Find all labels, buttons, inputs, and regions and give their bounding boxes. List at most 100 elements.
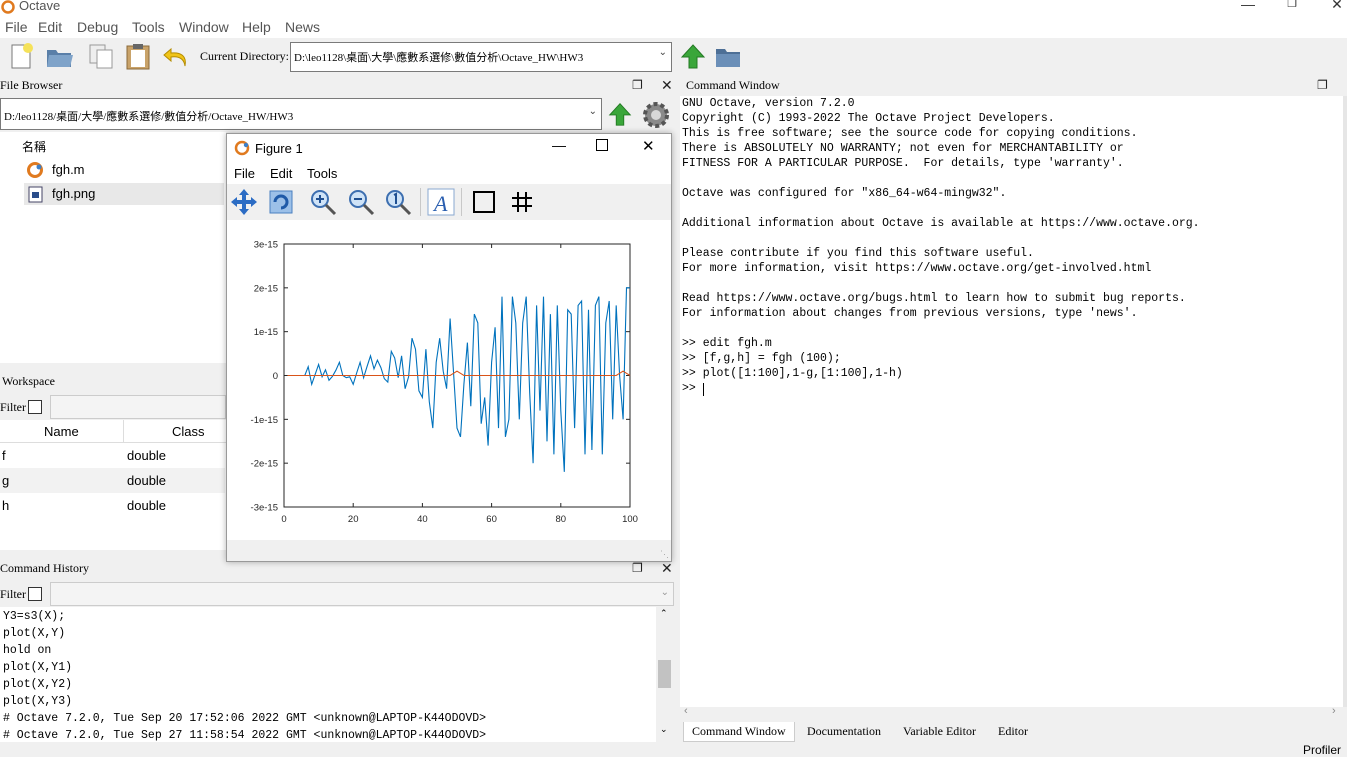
gear-icon[interactable] bbox=[640, 99, 672, 131]
minimize-icon[interactable]: — bbox=[552, 137, 566, 153]
axes-box-icon[interactable] bbox=[469, 187, 499, 217]
paste-icon[interactable] bbox=[123, 41, 153, 71]
x-tick-label: 20 bbox=[348, 514, 359, 525]
undo-icon[interactable] bbox=[161, 41, 191, 71]
history-filter-input[interactable]: ⌄ bbox=[50, 582, 674, 606]
file-name: fgh.png bbox=[52, 186, 96, 201]
y-tick-label: -2e-15 bbox=[251, 459, 278, 470]
tab-command-window[interactable]: Command Window bbox=[683, 722, 795, 742]
browse-folder-icon[interactable] bbox=[713, 41, 743, 71]
menu-edit[interactable]: Edit bbox=[38, 19, 62, 35]
close-icon[interactable]: ✕ bbox=[642, 137, 655, 155]
tab-variable-editor[interactable]: Variable Editor bbox=[895, 722, 984, 742]
history-item[interactable]: plot(X,Y1) bbox=[3, 661, 72, 674]
scroll-down-icon[interactable]: ⌄ bbox=[660, 725, 668, 735]
workspace-row[interactable]: f double bbox=[0, 443, 225, 468]
parent-directory-icon[interactable] bbox=[606, 100, 634, 128]
zoom-out-icon[interactable] bbox=[346, 187, 376, 217]
tab-editor[interactable]: Editor bbox=[990, 722, 1036, 742]
restore-icon[interactable]: ❐ bbox=[1277, 0, 1307, 10]
menu-window[interactable]: Window bbox=[179, 19, 229, 35]
undock-icon[interactable]: ❐ bbox=[632, 561, 643, 575]
grid-icon[interactable] bbox=[507, 187, 537, 217]
scrollbar-thumb[interactable] bbox=[658, 660, 671, 688]
menu-file[interactable]: File bbox=[5, 19, 28, 35]
figure-menu-file[interactable]: File bbox=[234, 166, 255, 181]
file-browser-path-combo[interactable]: D:/leo1128/桌面/大學/應數系選修/數值分析/Octave_HW/HW… bbox=[0, 98, 602, 130]
profiler-status: Profiler bbox=[1303, 743, 1342, 757]
toolbar-separator bbox=[461, 188, 462, 216]
workspace-row[interactable]: g double bbox=[0, 468, 225, 493]
text-cursor bbox=[703, 383, 704, 396]
command-history-title: Command History bbox=[0, 561, 89, 575]
pan-icon[interactable] bbox=[229, 187, 259, 217]
figure-menu-tools[interactable]: Tools bbox=[307, 166, 337, 181]
close-panel-icon[interactable]: ✕ bbox=[661, 560, 673, 577]
workspace-title: Workspace bbox=[2, 374, 56, 388]
text-annotation-icon[interactable]: A bbox=[426, 187, 456, 217]
menu-news[interactable]: News bbox=[285, 19, 320, 35]
minimize-icon[interactable]: — bbox=[1233, 0, 1263, 12]
workspace-filter-checkbox[interactable] bbox=[28, 400, 42, 414]
workspace-table: Name Class f double g double h double bbox=[0, 420, 226, 550]
menu-help[interactable]: Help bbox=[242, 19, 271, 35]
parent-directory-icon[interactable] bbox=[678, 41, 708, 71]
console-line: FITNESS FOR A PARTICULAR PURPOSE. For de… bbox=[682, 157, 1124, 170]
current-directory-combo[interactable]: D:\leo1128\桌面\大學\應數系選修\數值分析\Octave_HW\HW… bbox=[290, 42, 672, 72]
scroll-up-icon[interactable]: ⌃ bbox=[660, 609, 668, 619]
close-icon[interactable]: ✕ bbox=[1322, 0, 1347, 13]
figure-menu-edit[interactable]: Edit bbox=[270, 166, 292, 181]
zoom-reset-icon[interactable] bbox=[383, 187, 413, 217]
workspace-row[interactable]: h double bbox=[0, 493, 225, 518]
y-tick-label: 2e-15 bbox=[254, 283, 278, 294]
console-line: Octave was configured for "x86_64-w64-mi… bbox=[682, 187, 1007, 200]
scroll-right-icon[interactable]: › bbox=[1332, 705, 1336, 717]
copy-icon[interactable] bbox=[86, 41, 116, 71]
var-name: g bbox=[2, 473, 10, 488]
new-file-icon[interactable] bbox=[7, 41, 37, 71]
open-folder-icon[interactable] bbox=[44, 41, 74, 71]
file-item-fgh-m[interactable]: fgh.m bbox=[24, 159, 204, 181]
menu-debug[interactable]: Debug bbox=[77, 19, 118, 35]
x-tick-label: 80 bbox=[556, 514, 567, 525]
octave-file-icon bbox=[27, 162, 43, 178]
figure-title: Figure 1 bbox=[255, 141, 303, 156]
column-header-name[interactable]: Name bbox=[44, 424, 79, 439]
undock-icon[interactable]: ❐ bbox=[1317, 78, 1328, 92]
history-item[interactable]: hold on bbox=[3, 644, 51, 657]
workspace-filter-label: Filter bbox=[0, 400, 26, 414]
undock-icon[interactable]: ❐ bbox=[632, 78, 643, 92]
resize-grip-icon[interactable]: ⋱ bbox=[660, 549, 669, 560]
column-header-class[interactable]: Class bbox=[172, 424, 205, 439]
title-bar: Octave — ❐ ✕ bbox=[0, 0, 1347, 16]
file-browser-title: File Browser bbox=[0, 78, 63, 92]
close-panel-icon[interactable]: ✕ bbox=[661, 77, 673, 94]
column-header-name[interactable]: 名稱 bbox=[22, 138, 46, 155]
image-file-icon bbox=[28, 186, 43, 203]
command-window-scrollbar[interactable] bbox=[1343, 96, 1347, 707]
history-item[interactable]: # Octave 7.2.0, Tue Sep 27 11:58:54 2022… bbox=[3, 729, 486, 742]
history-filter-checkbox[interactable] bbox=[28, 587, 42, 601]
console-prompt[interactable]: >> bbox=[682, 382, 703, 395]
history-item[interactable]: plot(X,Y3) bbox=[3, 695, 72, 708]
history-item[interactable]: plot(X,Y2) bbox=[3, 678, 72, 691]
x-tick-label: 60 bbox=[486, 514, 497, 525]
scroll-left-icon[interactable]: ‹ bbox=[684, 705, 688, 717]
history-item[interactable]: # Octave 7.2.0, Tue Sep 20 17:52:06 2022… bbox=[3, 712, 486, 725]
rotate-icon[interactable] bbox=[266, 187, 296, 217]
file-item-fgh-png[interactable]: fgh.png bbox=[24, 183, 224, 205]
maximize-icon[interactable] bbox=[596, 139, 608, 151]
history-scrollbar[interactable]: ⌃ ⌄ bbox=[656, 607, 674, 742]
history-item[interactable]: Y3=s3(X); bbox=[3, 610, 65, 623]
console-line: Please contribute if you find this softw… bbox=[682, 247, 1034, 260]
history-item[interactable]: plot(X,Y) bbox=[3, 627, 65, 640]
workspace-filter-input[interactable] bbox=[50, 395, 226, 419]
figure-title-bar: Figure 1 — ✕ bbox=[227, 134, 671, 162]
tab-documentation[interactable]: Documentation bbox=[799, 722, 889, 742]
var-class: double bbox=[127, 498, 167, 513]
menu-tools[interactable]: Tools bbox=[132, 19, 165, 35]
console-line: For more information, visit https://www.… bbox=[682, 262, 1152, 275]
zoom-in-icon[interactable] bbox=[308, 187, 338, 217]
command-window-hscrollbar[interactable]: ‹ › bbox=[682, 705, 1347, 720]
current-directory-label: Current Directory: bbox=[200, 49, 289, 63]
